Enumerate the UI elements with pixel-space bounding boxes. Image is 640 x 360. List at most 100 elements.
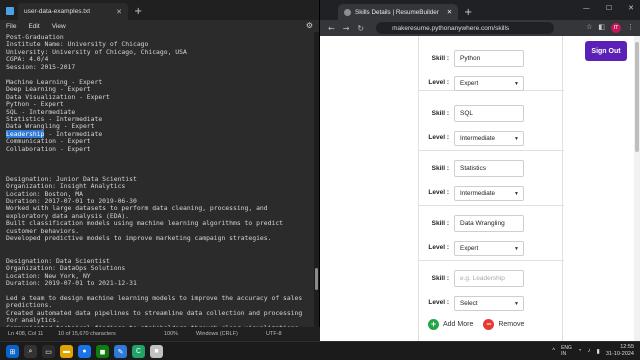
task-view-icon[interactable]: ▭ — [42, 345, 55, 358]
skill-label: Skill : — [431, 275, 449, 282]
page-scroll-thumb[interactable] — [635, 42, 639, 152]
text-after-selection: - Intermediate Communication - Expert Co… — [6, 129, 303, 327]
level-value: Intermediate — [460, 135, 496, 142]
plus-icon: + — [428, 319, 439, 330]
sign-out-button[interactable]: Sign Out — [585, 41, 627, 61]
notepad-scrollbar[interactable] — [315, 268, 318, 290]
taskbar-apps: ⊞ ⌕ ▭ ▬ ● ◼ ✎ C ■ — [6, 345, 163, 358]
star-icon[interactable]: ☆ — [586, 23, 592, 33]
new-tab-button[interactable]: + — [464, 7, 472, 18]
new-skill-row: Skill : e.g. Leadership Level : Select ▼ — [419, 261, 564, 316]
clock[interactable]: 12:55 31-10-2024 — [606, 344, 634, 358]
browser-tools: ☆ ◧ IT ⋮ — [586, 23, 634, 33]
gear-icon[interactable]: ⚙ — [306, 21, 313, 30]
new-tab-button[interactable]: + — [134, 6, 142, 17]
status-encoding: UTF-8 — [266, 331, 282, 337]
close-icon[interactable]: ✕ — [447, 9, 452, 16]
level-value: Intermediate — [460, 190, 496, 197]
file-explorer-icon[interactable]: ▬ — [60, 345, 73, 358]
page-content: Sign Out Skill : Python Level : Expert ▼… — [320, 36, 640, 341]
wifi-icon[interactable]: ◔ — [578, 348, 582, 354]
level-value: Select — [460, 300, 478, 307]
page-scrollbar[interactable] — [634, 36, 640, 341]
level-label: Level : — [428, 79, 449, 86]
skill-row: Skill : Data Wrangling Level : Expert ▼ — [419, 206, 564, 261]
notepad-menu-bar: File Edit View ⚙ — [0, 20, 319, 32]
skill-input[interactable]: SQL — [454, 105, 524, 122]
level-value: Expert — [460, 245, 479, 252]
chrome-icon[interactable]: ● — [78, 345, 91, 358]
remove-button[interactable]: − Remove — [483, 319, 524, 330]
new-skill-input[interactable]: e.g. Leadership — [454, 270, 524, 287]
chevron-down-icon: ▼ — [514, 135, 519, 142]
status-characters: 10 of 15,670 characters — [58, 331, 116, 337]
notepad-app-icon — [6, 7, 14, 15]
skill-input[interactable]: Data Wrangling — [454, 215, 524, 232]
reload-icon[interactable]: ↻ — [357, 24, 364, 33]
clock-date: 31-10-2024 — [605, 351, 634, 357]
remove-label: Remove — [498, 321, 525, 328]
battery-icon[interactable]: ▮ — [597, 348, 600, 355]
level-select[interactable]: Expert ▼ — [454, 76, 524, 91]
skills-form: Skill : Python Level : Expert ▼ Skill : … — [418, 36, 564, 341]
windows-start-icon[interactable]: ⊞ — [6, 345, 19, 358]
form-actions: + Add More − Remove — [428, 319, 524, 330]
maximize-icon[interactable]: ☐ — [606, 4, 612, 12]
extensions-icon[interactable]: ◧ — [598, 23, 605, 33]
window-controls: — ☐ ✕ — [583, 4, 634, 12]
text-before-selection: Post-Graduation Institute Name: Universi… — [6, 33, 187, 131]
browser-tab-title: Skills Details | ResumeBuilder — [355, 8, 439, 16]
chevron-down-icon: ▼ — [514, 80, 519, 87]
menu-view[interactable]: View — [52, 23, 66, 30]
level-select[interactable]: Intermediate ▼ — [454, 186, 524, 201]
skill-label: Skill : — [431, 110, 449, 117]
app-icon[interactable]: ◼ — [96, 345, 109, 358]
browser-tab[interactable]: Skills Details | ResumeBuilder ✕ — [338, 4, 458, 20]
profile-avatar[interactable]: IT — [611, 23, 621, 33]
clock-time: 12:55 — [620, 344, 634, 350]
menu-file[interactable]: File — [6, 23, 16, 30]
add-more-button[interactable]: + Add More — [428, 319, 473, 330]
skill-row: Skill : Statistics Level : Intermediate … — [419, 151, 564, 206]
skill-input[interactable]: Statistics — [454, 160, 524, 177]
skill-label: Skill : — [431, 220, 449, 227]
search-icon[interactable]: ⌕ — [24, 345, 37, 358]
forward-icon[interactable]: → — [343, 24, 350, 33]
status-zoom: 100% — [164, 331, 179, 337]
pycharm-icon[interactable]: C — [132, 345, 145, 358]
notepad-tab-bar: user-data-examples.txt ✕ + — [0, 0, 319, 20]
chevron-down-icon: ▼ — [514, 300, 519, 307]
volume-icon[interactable]: ♪ — [588, 348, 591, 354]
chevron-down-icon: ▼ — [514, 245, 519, 252]
new-level-select[interactable]: Select ▼ — [454, 296, 524, 311]
browser-tab-bar: Skills Details | ResumeBuilder ✕ + — ☐ ✕ — [320, 0, 640, 20]
system-tray: ^ ENG IN ◔ ♪ ▮ 12:55 31-10-2024 — [552, 344, 634, 358]
notepad-status-bar: Ln 408, Col 11 10 of 15,670 characters 1… — [0, 327, 320, 341]
address-bar[interactable]: makeresume.pythonanywhere.com/skills — [376, 22, 555, 34]
close-window-icon[interactable]: ✕ — [628, 4, 634, 12]
language-indicator[interactable]: ENG IN — [561, 345, 572, 357]
level-select[interactable]: Intermediate ▼ — [454, 131, 524, 146]
notepad-tab[interactable]: user-data-examples.txt ✕ — [18, 3, 128, 20]
notepad-taskbar-icon[interactable]: ✎ — [114, 345, 127, 358]
notepad-text-area[interactable]: Post-Graduation Institute Name: Universi… — [0, 32, 314, 327]
skill-row: Skill : Python Level : Expert ▼ — [419, 36, 564, 91]
back-icon[interactable]: ← — [328, 24, 335, 33]
browser-window: Skills Details | ResumeBuilder ✕ + — ☐ ✕… — [320, 0, 640, 341]
minimize-icon[interactable]: — — [583, 4, 590, 12]
minus-icon: − — [483, 319, 495, 330]
level-select[interactable]: Expert ▼ — [454, 241, 524, 256]
status-line-ending: Windows (CRLF) — [196, 331, 238, 337]
notepad-window: user-data-examples.txt ✕ + File Edit Vie… — [0, 0, 320, 341]
skill-input[interactable]: Python — [454, 50, 524, 67]
level-label: Level : — [428, 299, 449, 306]
skill-label: Skill : — [431, 55, 449, 62]
menu-edit[interactable]: Edit — [28, 23, 39, 30]
menu-icon[interactable]: ⋮ — [627, 23, 634, 33]
chevron-down-icon: ▼ — [514, 190, 519, 197]
level-label: Level : — [428, 189, 449, 196]
level-value: Expert — [460, 80, 479, 87]
chevron-up-icon[interactable]: ^ — [552, 348, 555, 354]
files-icon[interactable]: ■ — [150, 345, 163, 358]
close-icon[interactable]: ✕ — [116, 8, 122, 16]
